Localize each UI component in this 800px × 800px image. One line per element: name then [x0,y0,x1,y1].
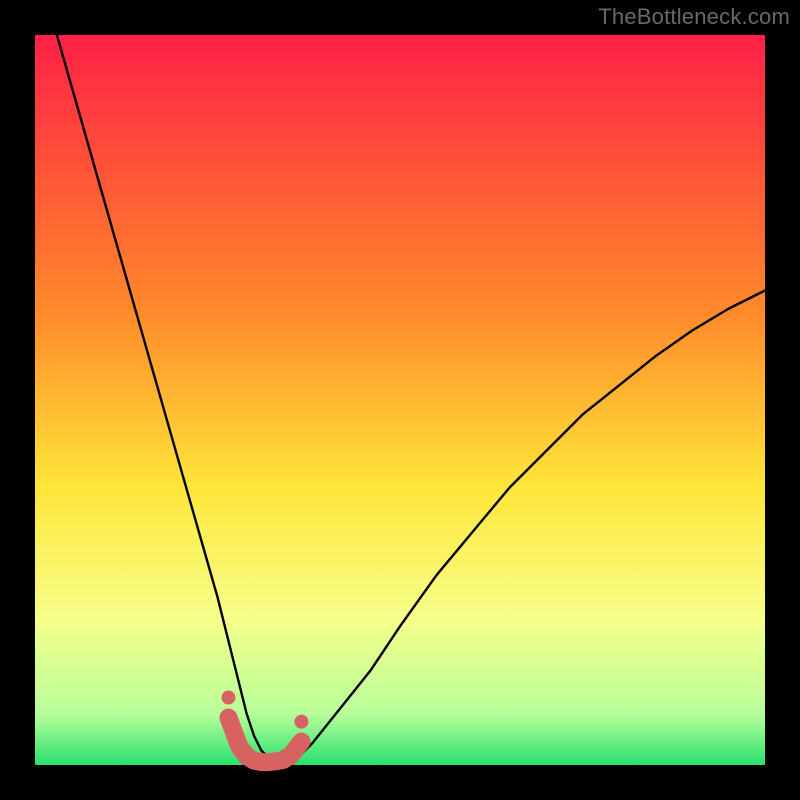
bottleneck-chart [0,0,800,800]
marker-dot [221,691,235,705]
marker-dot [294,715,308,729]
gradient-background [35,35,765,765]
chart-stage: TheBottleneck.com [0,0,800,800]
watermark-label: TheBottleneck.com [598,4,790,30]
